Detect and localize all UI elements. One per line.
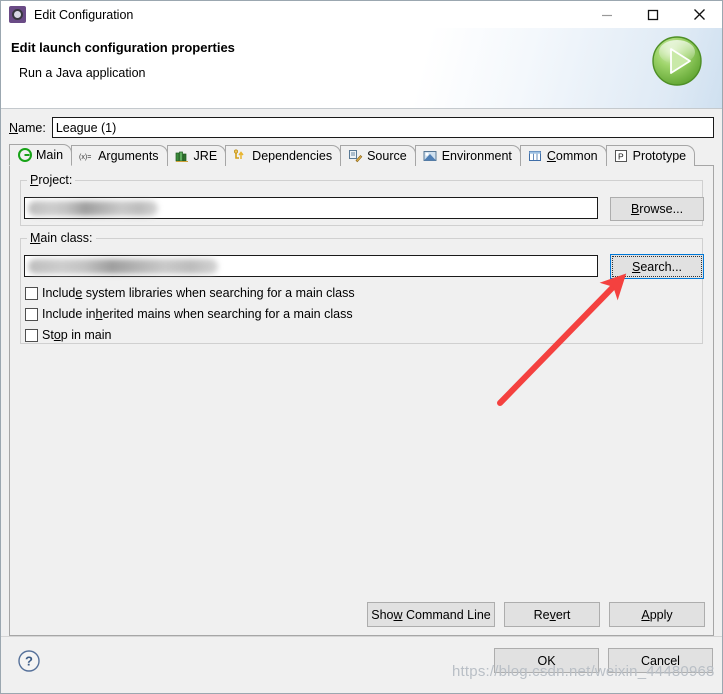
tab-page-main: Project: Browse... Main class: Search... (9, 165, 714, 636)
question-mark-help-icon[interactable]: ? (17, 649, 41, 673)
action-button-row: Show Command Line Revert Apply (367, 602, 705, 627)
tab-strip: Main (x)= Arguments JRE Dependencies Sou… (9, 144, 714, 166)
dialog-body: Name: Main (x) (1, 109, 722, 636)
watermark-text: https://blog.csdn.net/weixin_44480968 (452, 663, 715, 680)
tab-arguments[interactable]: (x)= Arguments (71, 145, 168, 166)
main-class-label: Main class: (27, 231, 96, 245)
search-button-label: Search... (631, 259, 683, 274)
tab-dependencies-label: Dependencies (252, 148, 333, 163)
configuration-name-input[interactable] (51, 117, 714, 138)
browse-button[interactable]: Browse... (610, 197, 704, 221)
show-command-line-button[interactable]: Show Command Line (367, 602, 495, 627)
checkbox-include-system-libraries[interactable]: Include system libraries when searching … (25, 286, 355, 300)
page-title: Edit launch configuration properties (11, 40, 235, 55)
tab-main-label: Main (36, 147, 64, 162)
checkbox-include-system-libraries-label: Include system libraries when searching … (42, 286, 355, 300)
checkbox-include-inherited-mains-label: Include inherited mains when searching f… (42, 307, 353, 321)
prototype-p-icon: P (614, 149, 629, 164)
svg-text:?: ? (25, 654, 33, 669)
tab-jre-label: JRE (193, 148, 218, 163)
browse-button-label: Browse... (630, 202, 684, 216)
apply-button[interactable]: Apply (609, 602, 705, 627)
tab-main[interactable]: Main (9, 144, 73, 166)
project-input[interactable] (24, 197, 598, 219)
svg-text:(x)=: (x)= (79, 153, 91, 161)
project-redacted-value (28, 201, 158, 216)
tab-common-label: Common (546, 148, 598, 163)
tab-prototype[interactable]: P Prototype (605, 145, 696, 166)
minimize-icon[interactable] (584, 1, 630, 28)
checkbox-box[interactable] (25, 307, 38, 321)
tab-common[interactable]: Common (519, 145, 607, 166)
tab-folder: Main (x)= Arguments JRE Dependencies Sou… (9, 144, 714, 636)
checkbox-box[interactable] (25, 328, 38, 342)
jre-library-icon (175, 149, 190, 164)
tab-environment[interactable]: Environment (414, 145, 521, 166)
green-run-play-icon (650, 34, 704, 88)
tab-prototype-label: Prototype (632, 148, 687, 163)
title-bar: Edit Configuration (1, 1, 722, 28)
tab-arguments-label: Arguments (98, 148, 159, 163)
common-table-icon (528, 149, 543, 164)
dialog-header: Edit launch configuration properties Run… (1, 28, 722, 109)
window-title: Edit Configuration (34, 7, 134, 22)
variable-args-icon: (x)= (79, 149, 94, 164)
close-icon[interactable] (676, 1, 722, 28)
tab-environment-label: Environment (441, 148, 512, 163)
apply-label: Apply (641, 607, 673, 622)
window-controls (584, 1, 722, 28)
tab-dependencies[interactable]: Dependencies (225, 145, 342, 166)
svg-text:P: P (618, 152, 624, 162)
revert-label: Revert (533, 607, 571, 622)
source-lookup-icon (348, 149, 363, 164)
search-button[interactable]: Search... (610, 254, 704, 279)
dependencies-icon (233, 149, 248, 164)
page-subtitle: Run a Java application (19, 66, 146, 80)
show-command-line-label: Show Command Line (371, 607, 491, 622)
revert-button[interactable]: Revert (504, 602, 600, 627)
project-label: Project: (27, 173, 76, 187)
name-label: Name: (9, 120, 46, 135)
maximize-icon[interactable] (630, 1, 676, 28)
checkbox-include-inherited-mains[interactable]: Include inherited mains when searching f… (25, 307, 353, 321)
checkbox-stop-in-main[interactable]: Stop in main (25, 328, 112, 342)
checkbox-stop-in-main-label: Stop in main (42, 328, 112, 342)
tab-jre[interactable]: JRE (166, 145, 227, 166)
main-class-input[interactable] (24, 255, 598, 277)
tab-source[interactable]: Source (340, 145, 416, 166)
java-main-class-icon (17, 148, 32, 163)
edit-configuration-dialog: Edit Configuration Edit launch configura… (0, 0, 723, 694)
name-row: Name: (9, 117, 714, 138)
main-class-redacted-value (28, 259, 218, 274)
gear-icon (9, 6, 26, 23)
environment-icon (423, 149, 438, 164)
checkbox-box[interactable] (25, 286, 38, 300)
tab-source-label: Source (367, 148, 407, 163)
